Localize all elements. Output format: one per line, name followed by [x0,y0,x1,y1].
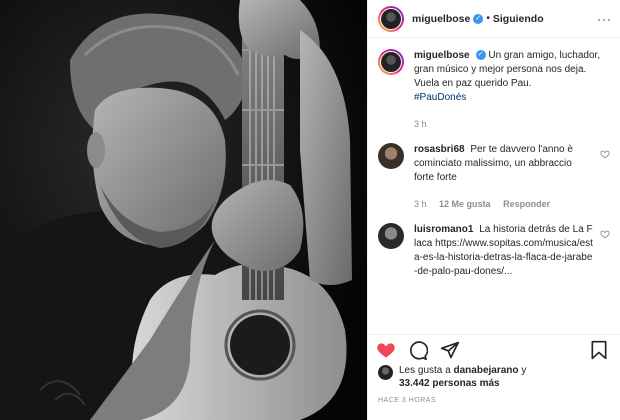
post-caption: miguelbose ✓ Un gran amigo, luchador, gra… [378,49,610,131]
separator-dot: • [486,13,490,24]
likes-summary: Les gusta a danabejarano y 33.442 person… [378,364,610,390]
reply-button[interactable]: Responder [503,199,550,209]
comment-item: rosasbri68 Per te davvero l'anno è comin… [378,143,610,211]
liker-username[interactable]: danabejarano [454,365,519,376]
verified-icon: ✓ [473,13,484,24]
caption-meta: 3 h [414,117,610,131]
post-photo-image [0,0,367,420]
post-actions [368,334,620,364]
post-side-panel: miguelbose ✓ • Siguiendo ··· miguelbose ✓… [367,0,620,420]
likes-prefix: Les gusta a [399,365,451,376]
comment-icon[interactable] [408,340,429,360]
likes-conjunction: y [521,365,527,376]
comment-likes[interactable]: 12 Me gusta [439,199,491,209]
commenter-avatar[interactable] [378,143,404,169]
comment-time[interactable]: 3 h [414,199,427,209]
heart-icon[interactable] [376,340,396,360]
comment-username[interactable]: rosasbri68 [414,144,465,155]
caption-hashtag[interactable]: #PauDonés [414,92,466,103]
post-photo[interactable] [0,0,367,420]
comment-item: luisromano1 La historia detrás de La Fla… [378,223,610,279]
liker-avatar[interactable] [378,365,393,380]
comment-like-icon[interactable] [600,229,610,241]
caption-username[interactable]: miguelbose [414,50,470,61]
verified-icon: ✓ [475,50,486,61]
post-time-ago[interactable]: HACE 3 HORAS [378,397,436,404]
share-icon[interactable] [440,340,460,360]
more-options-icon[interactable]: ··· [597,12,612,26]
comments-list[interactable]: miguelbose ✓ Un gran amigo, luchador, gra… [368,39,620,334]
author-username[interactable]: miguelbose [412,13,470,25]
caption-time[interactable]: 3 h [414,119,427,129]
bookmark-icon[interactable] [590,340,610,360]
comment-meta: 3 h 12 Me gusta Responder [414,197,594,211]
author-avatar[interactable] [378,5,404,32]
likes-count[interactable]: 33.442 personas más [399,378,500,389]
comment-like-icon[interactable] [600,149,610,161]
commenter-avatar[interactable] [378,223,404,249]
post-header: miguelbose ✓ • Siguiendo ··· [368,0,620,38]
comment-username[interactable]: luisromano1 [414,224,473,235]
follow-button[interactable]: Siguiendo [493,13,544,25]
caption-avatar[interactable] [378,49,404,75]
